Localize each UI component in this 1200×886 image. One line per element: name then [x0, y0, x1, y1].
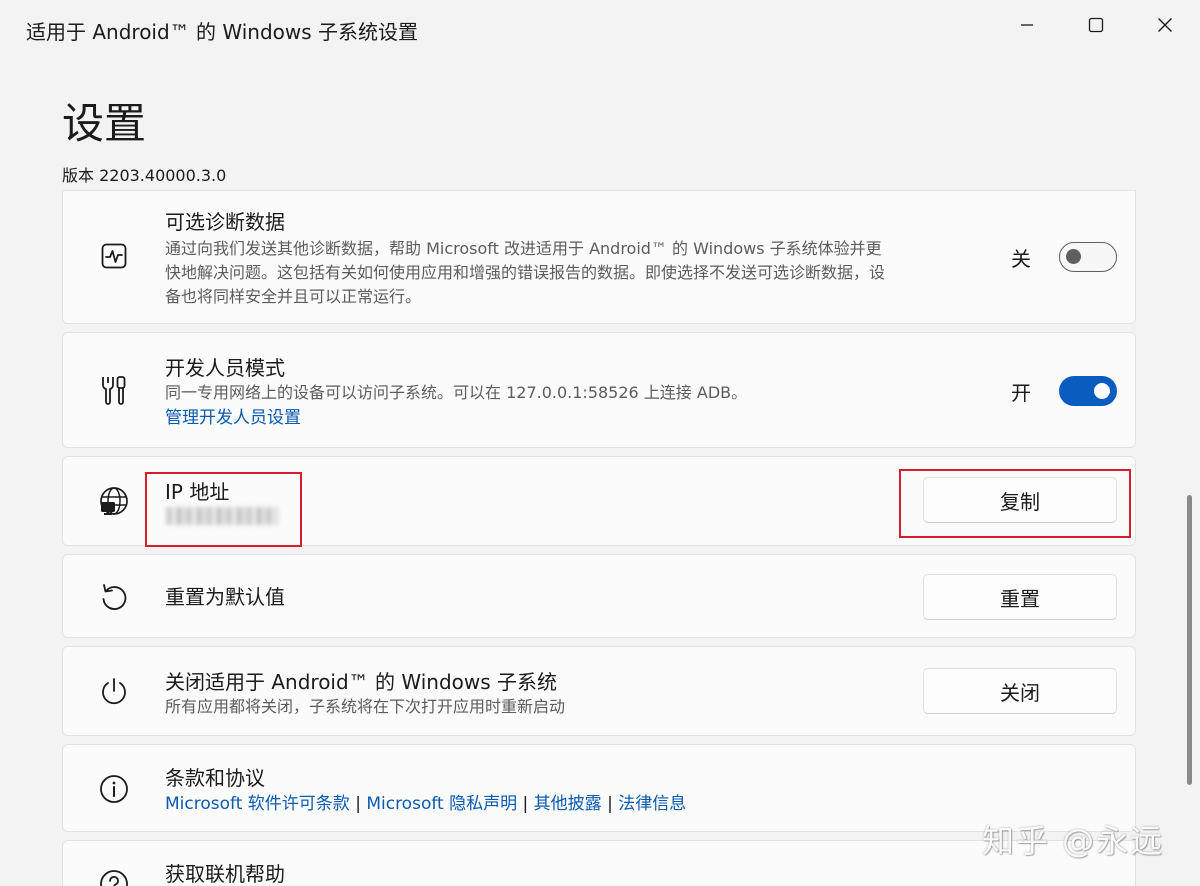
help-card[interactable]: 获取联机帮助: [62, 840, 1136, 886]
close-icon: [1158, 18, 1172, 32]
link-separator: |: [355, 794, 361, 814]
ip-highlight-box: [145, 472, 302, 547]
other-disclosures-link[interactable]: 其他披露: [534, 794, 602, 814]
license-terms-link[interactable]: Microsoft 软件许可条款: [165, 794, 350, 814]
version-label: 版本 2203.40000.3.0: [62, 166, 227, 185]
developer-mode-toggle[interactable]: [1059, 376, 1117, 406]
maximize-icon: [1088, 17, 1104, 33]
reset-card: 重置为默认值 重置: [62, 554, 1136, 638]
power-icon: [97, 675, 131, 709]
help-title: 获取联机帮助: [165, 862, 285, 886]
developer-mode-toggle-label: 开: [1011, 380, 1031, 405]
window-title: 适用于 Android™ 的 Windows 子系统设置: [26, 20, 419, 44]
settings-window: 适用于 Android™ 的 Windows 子系统设置 设置 版本 2203.…: [0, 0, 1200, 886]
shutdown-card: 关闭适用于 Android™ 的 Windows 子系统 所有应用都将关闭，子系…: [62, 646, 1136, 736]
manage-developer-settings-link[interactable]: 管理开发人员设置: [165, 405, 895, 431]
shutdown-title: 关闭适用于 Android™ 的 Windows 子系统: [165, 670, 558, 694]
scrollbar-thumb[interactable]: [1187, 495, 1192, 785]
watermark: 知乎 @永远: [982, 822, 1165, 860]
terms-links: Microsoft 软件许可条款 | Microsoft 隐私声明 | 其他披露…: [165, 791, 1095, 817]
terms-card: 条款和协议 Microsoft 软件许可条款 | Microsoft 隐私声明 …: [62, 744, 1136, 832]
activity-monitor-icon: [97, 239, 131, 273]
diagnostics-title: 可选诊断数据: [165, 210, 285, 234]
developer-mode-title: 开发人员模式: [165, 356, 285, 380]
reset-icon: [97, 580, 131, 614]
help-icon: [97, 867, 131, 886]
diagnostics-toggle-group: 关: [1011, 242, 1117, 272]
minimize-button[interactable]: [1004, 8, 1050, 42]
page-title: 设置: [62, 99, 147, 148]
tools-icon: [97, 373, 131, 407]
diagnostics-toggle-label: 关: [1011, 246, 1031, 271]
developer-mode-toggle-group: 开: [1011, 376, 1117, 406]
maximize-button[interactable]: [1073, 8, 1119, 42]
reset-button[interactable]: 重置: [923, 574, 1117, 620]
developer-mode-description: 同一专用网络上的设备可以访问子系统。可以在 127.0.0.1:58526 上连…: [165, 383, 748, 402]
copy-highlight-box: [899, 469, 1131, 538]
info-icon: [97, 772, 131, 806]
reset-title: 重置为默认值: [165, 585, 285, 609]
close-button[interactable]: [1142, 8, 1188, 42]
privacy-statement-link[interactable]: Microsoft 隐私声明: [366, 794, 517, 814]
shutdown-description: 所有应用都将关闭，子系统将在下次打开应用时重新启动: [165, 697, 566, 716]
minimize-icon: [1021, 24, 1033, 26]
diagnostics-description: 通过向我们发送其他诊断数据，帮助 Microsoft 改进适用于 Android…: [165, 239, 886, 306]
toggle-knob: [1066, 249, 1081, 264]
legal-information-link[interactable]: 法律信息: [618, 794, 686, 814]
globe-network-icon: [97, 485, 131, 519]
title-bar: 适用于 Android™ 的 Windows 子系统设置: [0, 0, 1200, 58]
shutdown-button[interactable]: 关闭: [923, 668, 1117, 714]
diagnostics-card: 可选诊断数据 通过向我们发送其他诊断数据，帮助 Microsoft 改进适用于 …: [62, 190, 1136, 324]
toggle-knob: [1094, 383, 1110, 399]
link-separator: |: [607, 794, 613, 814]
terms-title: 条款和协议: [165, 766, 265, 790]
diagnostics-toggle[interactable]: [1059, 242, 1117, 272]
link-separator: |: [522, 794, 529, 814]
developer-mode-card: 开发人员模式 同一专用网络上的设备可以访问子系统。可以在 127.0.0.1:5…: [62, 332, 1136, 448]
